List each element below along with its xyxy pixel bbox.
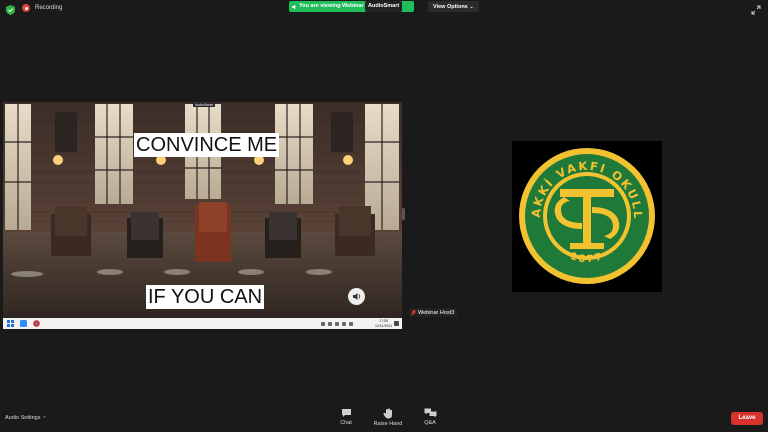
participant-video-tile: TERAKKİ VAKFI OKULLARI 1877	[507, 130, 662, 292]
notification-icon[interactable]	[394, 321, 399, 326]
chat-button[interactable]: Chat	[326, 408, 366, 426]
volume-button[interactable]	[348, 288, 365, 305]
recording-icon	[22, 4, 30, 12]
participant-name-tag: Webinar Host3	[409, 308, 458, 317]
screen-share-icon	[292, 4, 296, 9]
system-tray[interactable]	[321, 320, 353, 327]
view-options-button[interactable]: View Options ⌄	[428, 1, 479, 12]
taskbar-clock: 17:55 12/11/2021	[375, 319, 393, 328]
audiosmart-badge: AudioSmart	[365, 1, 403, 12]
recording-label: Recording	[35, 5, 63, 11]
windows-start-icon[interactable]	[7, 320, 14, 327]
audio-settings-label: Audio Settings	[5, 415, 41, 421]
share-scrollbar[interactable]	[402, 208, 405, 220]
qa-label: Q&A	[424, 420, 436, 426]
audio-settings-button[interactable]: Audio Settings ^	[5, 415, 46, 421]
slide-title-bottom: IF YOU CAN	[146, 285, 265, 309]
recording-indicator[interactable]: Recording	[22, 4, 62, 12]
windows-taskbar: 17:55 12/11/2021	[3, 318, 402, 329]
chat-label: Chat	[340, 420, 352, 426]
leave-button[interactable]: Leave	[731, 412, 763, 425]
speaker-icon	[353, 293, 361, 300]
chevron-down-icon: ⌄	[469, 4, 474, 9]
raise-hand-icon	[383, 408, 392, 419]
chevron-up-icon: ^	[43, 415, 46, 420]
qa-icon	[424, 408, 436, 418]
school-logo: TERAKKİ VAKFI OKULLARI 1877	[507, 130, 655, 284]
raise-hand-button[interactable]: Raise Hand	[368, 408, 408, 427]
slide-title-top: CONVINCE ME	[134, 133, 280, 157]
zoom-taskbar-icon[interactable]	[20, 320, 27, 327]
chat-icon	[341, 409, 351, 417]
chrome-taskbar-icon[interactable]	[33, 320, 40, 327]
qa-button[interactable]: Q&A	[410, 408, 450, 426]
participant-name: Webinar Host3	[418, 309, 455, 316]
security-shield-icon[interactable]	[6, 5, 15, 15]
recording-tag: AudioSmart	[193, 103, 216, 107]
fullscreen-icon[interactable]	[751, 5, 761, 15]
top-bar: Recording You are viewing Webinaren Audi…	[0, 0, 768, 20]
mic-muted-icon	[411, 309, 416, 316]
raise-hand-label: Raise Hand	[373, 421, 403, 427]
shared-screen: AudioSmart CONVINCE ME IF YOU CAN 17:55 …	[3, 102, 402, 329]
view-options-label: View Options	[433, 4, 468, 10]
